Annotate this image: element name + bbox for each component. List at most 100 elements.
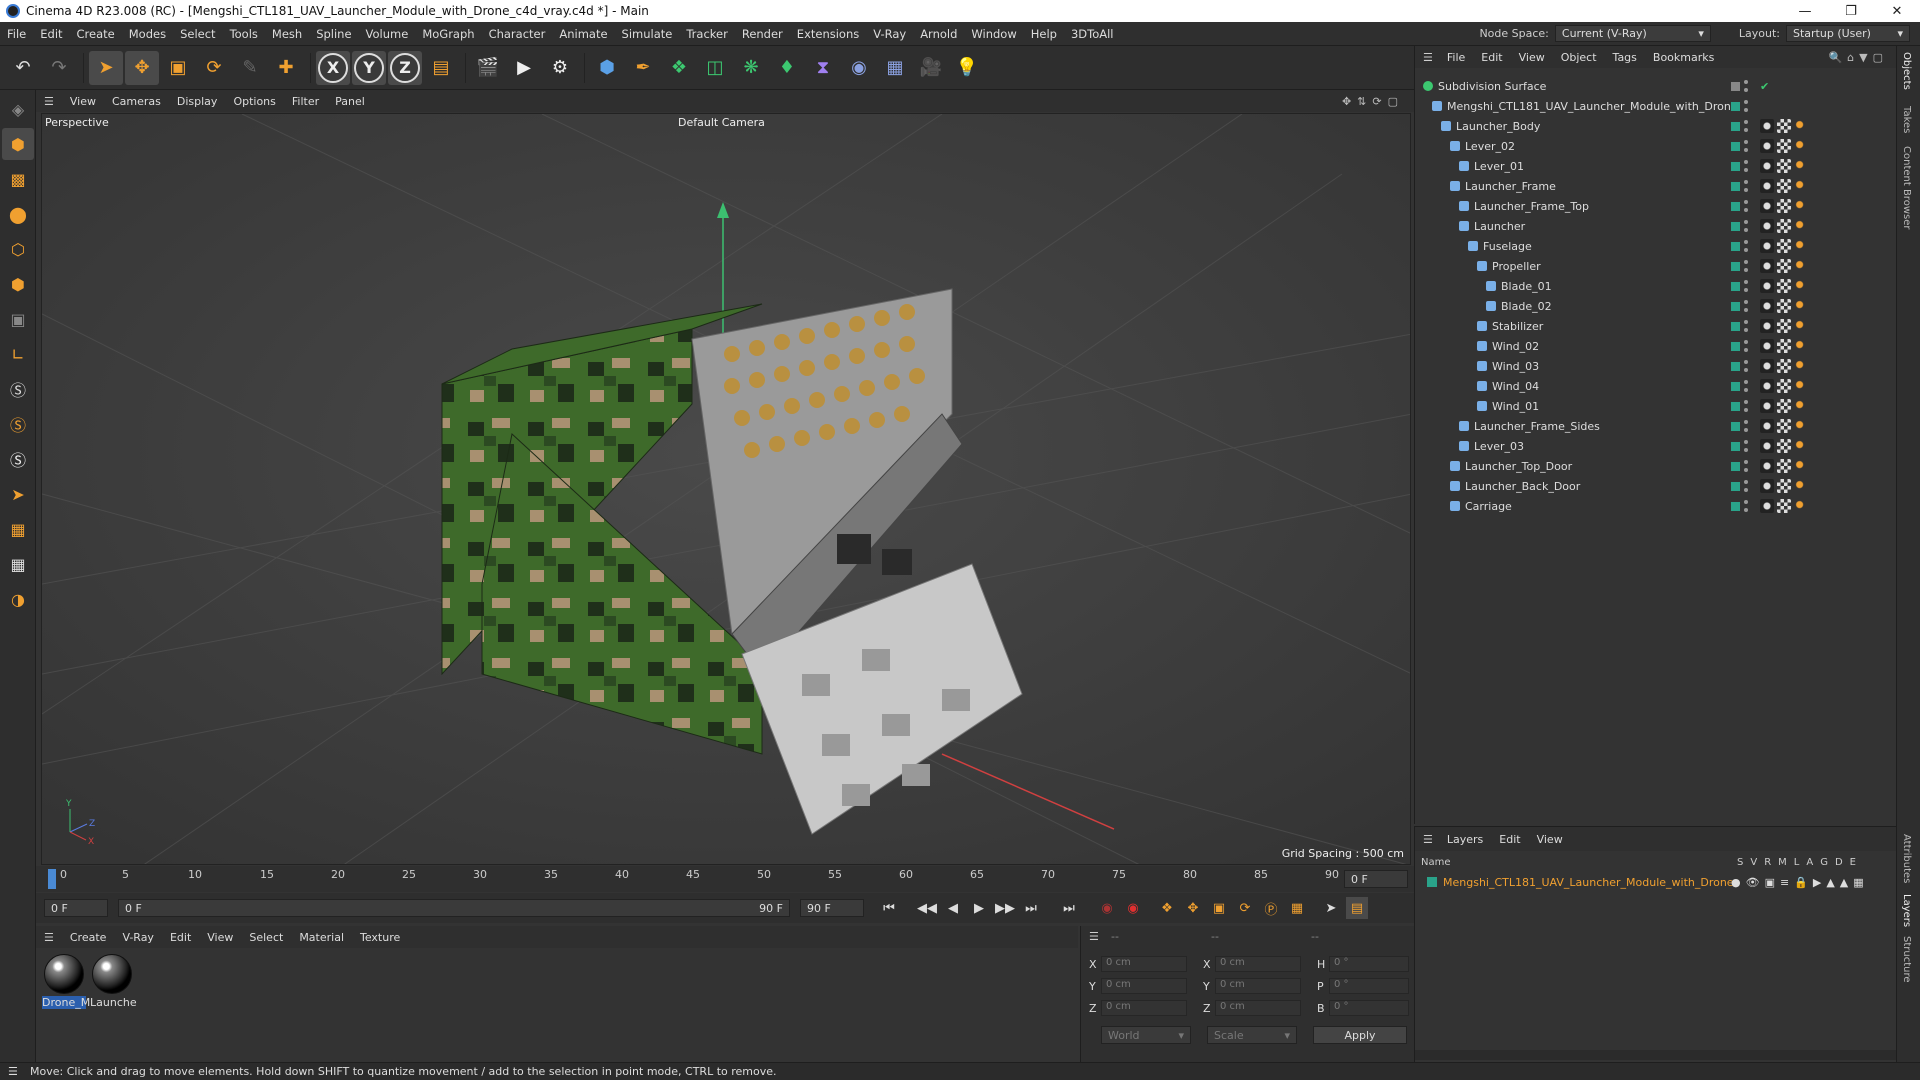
timeline-playhead[interactable] (48, 869, 56, 889)
viewport-menu-filter[interactable]: Filter (284, 95, 327, 108)
texture-tag-icon[interactable] (1777, 319, 1791, 333)
snap-button[interactable]: Ⓢ (2, 373, 34, 405)
edge-mode-button[interactable]: ⬡ (2, 233, 34, 265)
start-frame-field[interactable]: 0 F (44, 899, 108, 917)
viewport-menu-cameras[interactable]: Cameras (104, 95, 169, 108)
object-row[interactable]: Lever_01 (1415, 156, 1897, 176)
rotation-h-field[interactable]: 0 ° (1329, 956, 1409, 972)
phong-tag-icon[interactable] (1760, 159, 1774, 173)
cloner-button[interactable]: ❋ (734, 51, 768, 85)
tab-attributes[interactable]: Attributes (1901, 834, 1912, 883)
object-row[interactable]: Launcher_Body (1415, 116, 1897, 136)
object-row[interactable]: Lever_03 (1415, 436, 1897, 456)
timeline-ruler[interactable]: 0 5 10 15 20 25 30 35 40 45 50 55 60 65 … (36, 866, 1414, 892)
point-mode-button[interactable]: ⬤ (2, 198, 34, 230)
material-tag-icon[interactable] (1794, 479, 1808, 493)
menu-vray[interactable]: V-Ray (866, 27, 913, 41)
undo-button[interactable]: ↶ (6, 51, 40, 85)
layer-color-icon[interactable] (1731, 161, 1740, 171)
texture-tag-icon[interactable] (1777, 479, 1791, 493)
y-axis-button[interactable]: Y (352, 50, 386, 85)
layer-horizontal-scrollbar[interactable] (1415, 1050, 1897, 1060)
layer-row[interactable]: Mengshi_CTL181_UAV_Launcher_Module_with_… (1427, 873, 1893, 891)
layer-color-swatch[interactable] (1427, 877, 1437, 887)
texture-tag-icon[interactable] (1777, 159, 1791, 173)
material-tag-icon[interactable] (1794, 219, 1808, 233)
object-menu-edit[interactable]: Edit (1473, 51, 1510, 64)
uv-mode-button[interactable]: ▣ (2, 303, 34, 335)
previous-key-button[interactable]: ◀◀ (916, 897, 938, 919)
material-tag-icon[interactable] (1794, 139, 1808, 153)
phong-tag-icon[interactable] (1760, 339, 1774, 353)
layer-color-icon[interactable] (1731, 501, 1740, 511)
phong-tag-icon[interactable] (1760, 199, 1774, 213)
motion-clip-button[interactable]: ➤ (1320, 897, 1342, 919)
recent-tool-button[interactable]: ✎ (233, 51, 267, 85)
material-tag-icon[interactable] (1794, 159, 1808, 173)
phong-tag-icon[interactable] (1760, 119, 1774, 133)
menu-spline[interactable]: Spline (309, 27, 358, 41)
object-row[interactable]: Mengshi_CTL181_UAV_Launcher_Module_with_… (1415, 96, 1897, 116)
layer-color-icon[interactable] (1731, 441, 1740, 451)
menu-help[interactable]: Help (1024, 27, 1064, 41)
render-view-button[interactable]: 🎬 (471, 51, 505, 85)
close-button[interactable]: ✕ (1874, 0, 1920, 22)
visibility-dots-icon[interactable] (1744, 320, 1748, 332)
render-settings-button[interactable]: ⚙ (543, 51, 577, 85)
menu-render[interactable]: Render (735, 27, 790, 41)
phong-tag-icon[interactable] (1760, 299, 1774, 313)
scale-key-button[interactable]: ▣ (1208, 897, 1230, 919)
phong-tag-icon[interactable] (1760, 359, 1774, 373)
floor-button[interactable]: ▦ (878, 51, 912, 85)
menu-tracker[interactable]: Tracker (679, 27, 735, 41)
material-menu-create[interactable]: Create (62, 931, 115, 944)
go-to-end-button[interactable]: ⏭ (1058, 897, 1080, 919)
record-keys-button[interactable]: ◉ (1096, 897, 1118, 919)
render-picture-viewer-button[interactable]: ▶ (507, 51, 541, 85)
timeline-window-button[interactable]: ▤ (1346, 897, 1368, 919)
layer-color-icon[interactable] (1731, 201, 1740, 211)
mograph-button[interactable]: ♦ (770, 51, 804, 85)
menu-file[interactable]: File (0, 27, 33, 41)
rotation-key-button[interactable]: ⟳ (1234, 897, 1256, 919)
texture-tag-icon[interactable] (1777, 179, 1791, 193)
parameter-key-button[interactable]: Ⓟ (1260, 897, 1282, 919)
menu-modes[interactable]: Modes (122, 27, 173, 41)
move-tool-button[interactable]: ✥ (125, 50, 159, 85)
material-tag-icon[interactable] (1794, 299, 1808, 313)
position-x-field[interactable]: 0 cm (1101, 956, 1187, 972)
layer-menu-view[interactable]: View (1529, 833, 1571, 846)
maximize-button[interactable]: ❐ (1828, 0, 1874, 22)
object-menu-view[interactable]: View (1511, 51, 1553, 64)
object-row[interactable]: Lever_02 (1415, 136, 1897, 156)
object-row[interactable]: Blade_01 (1415, 276, 1897, 296)
next-key-button[interactable]: ⏭ (1020, 897, 1042, 919)
viewport-nav-icons[interactable]: ✥⇅⟳▢ (1342, 95, 1414, 108)
phong-tag-icon[interactable] (1760, 179, 1774, 193)
menu-tools[interactable]: Tools (223, 27, 265, 41)
rotation-p-field[interactable]: 0 ° (1329, 978, 1409, 994)
snap-settings-button[interactable]: Ⓢ (2, 408, 34, 440)
material-tag-icon[interactable] (1794, 419, 1808, 433)
viewport-menu-panel[interactable]: Panel (327, 95, 373, 108)
visibility-dots-icon[interactable] (1744, 500, 1748, 512)
z-axis-button[interactable]: Z (388, 50, 422, 85)
coordinate-space-dropdown[interactable]: World ▾ (1101, 1026, 1191, 1044)
tab-content-browser[interactable]: Content Browser (1901, 146, 1912, 229)
node-space-dropdown[interactable]: Current (V-Ray) ▾ (1554, 25, 1711, 42)
polygon-mode-button[interactable]: ⬢ (2, 268, 34, 300)
menu-character[interactable]: Character (482, 27, 553, 41)
material-tag-icon[interactable] (1794, 499, 1808, 513)
layer-menu-layers[interactable]: Layers (1439, 833, 1491, 846)
deformer-button[interactable]: ⧗ (806, 51, 840, 85)
texture-tag-icon[interactable] (1777, 499, 1791, 513)
layer-color-icon[interactable] (1731, 461, 1740, 471)
texture-tag-icon[interactable] (1777, 359, 1791, 373)
material-tag-icon[interactable] (1794, 439, 1808, 453)
position-z-field[interactable]: 0 cm (1101, 1000, 1187, 1016)
phong-tag-icon[interactable] (1760, 319, 1774, 333)
3d-viewport[interactable]: Y Z X Perspective Default Camera Grid Sp… (41, 113, 1411, 865)
position-y-field[interactable]: 0 cm (1101, 978, 1187, 994)
visibility-dots-icon[interactable] (1744, 280, 1748, 292)
menu-simulate[interactable]: Simulate (615, 27, 680, 41)
